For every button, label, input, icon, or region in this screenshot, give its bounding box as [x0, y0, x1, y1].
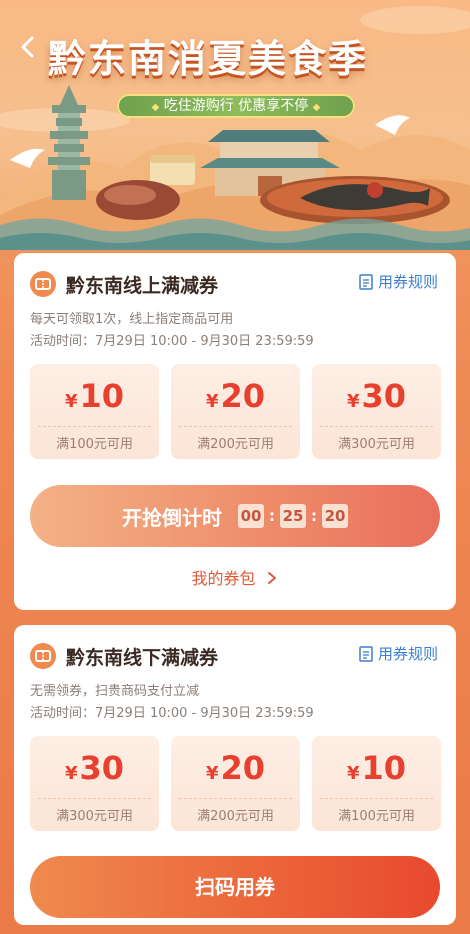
activity-time: 活动时间：7月29日 10:00 - 9月30日 23:59:59: [30, 334, 314, 349]
banner-header: 黔东南消夏美食季 ◆ 吃住游购行 优惠享不停 ◆: [0, 0, 470, 250]
currency-symbol: ¥: [64, 391, 78, 412]
coupon-item[interactable]: ¥20 满200元可用: [171, 736, 300, 831]
back-button[interactable]: [14, 33, 42, 61]
online-coupon-card: 黔东南线上满减券 用券规则 每天可领取1次，线上指定商品可用 活动时间：7月29…: [14, 253, 456, 610]
card-header: 黔东南线下满减券: [30, 641, 218, 671]
coupon-amount: ¥10: [312, 749, 441, 787]
my-wallet-link[interactable]: 我的券包: [14, 565, 456, 589]
activity-time: 活动时间：7月29日 10:00 - 9月30日 23:59:59: [30, 706, 314, 721]
coupon-item[interactable]: ¥20 满200元可用: [171, 364, 300, 459]
currency-symbol: ¥: [205, 391, 219, 412]
countdown-minutes: 25: [280, 504, 306, 528]
currency-symbol: ¥: [346, 763, 360, 784]
colon-separator: :: [311, 507, 317, 525]
rules-label: 用券规则: [377, 645, 438, 663]
currency-symbol: ¥: [64, 763, 78, 784]
countdown-hours: 00: [238, 504, 264, 528]
coupon-amount: ¥10: [30, 377, 159, 415]
page-title: 黔东南消夏美食季: [48, 37, 369, 81]
coupon-item[interactable]: ¥10 满100元可用: [30, 364, 159, 459]
amount-value: 30: [79, 749, 125, 787]
card-header: 黔东南线上满减券: [30, 269, 218, 299]
coupon-condition: 满200元可用: [197, 437, 274, 452]
dot-icon: ◆: [312, 102, 321, 113]
card-title: 黔东南线上满减券: [66, 274, 219, 297]
divider: [179, 798, 292, 799]
coupon-item[interactable]: ¥30 满300元可用: [312, 364, 441, 459]
countdown-timer: 00 : 25 : 20: [238, 504, 348, 528]
coupon-amount: ¥30: [30, 749, 159, 787]
divider: [179, 426, 292, 427]
coupon-list: ¥10 满100元可用 ¥20 满200元可用 ¥30 满300元可用: [30, 364, 441, 459]
coupon-list: ¥30 满300元可用 ¥20 满200元可用 ¥10 满100元可用: [30, 736, 441, 831]
usage-desc: 每天可领取1次，线上指定商品可用: [30, 312, 234, 327]
chevron-left-icon: [21, 36, 34, 58]
amount-value: 10: [361, 749, 407, 787]
grab-label: 开抢倒计时: [122, 505, 222, 530]
colon-separator: :: [269, 507, 275, 525]
coupon-amount: ¥30: [312, 377, 441, 415]
subtitle-text: 吃住游购行 优惠享不停: [163, 98, 309, 114]
amount-value: 20: [220, 377, 266, 415]
coupon-amount: ¥20: [171, 377, 300, 415]
coupon-condition: 满200元可用: [197, 809, 274, 824]
scan-to-use-button[interactable]: 扫码用券: [30, 856, 440, 918]
rules-link[interactable]: 用券规则: [359, 271, 438, 292]
coupon-item[interactable]: ¥10 满100元可用: [312, 736, 441, 831]
offline-coupon-card: 黔东南线下满减券 用券规则 无需领券，扫贵商码支付立减 活动时间：7月29日 1…: [14, 625, 456, 925]
coupon-condition: 满100元可用: [56, 437, 133, 452]
coupon-item[interactable]: ¥30 满300元可用: [30, 736, 159, 831]
document-icon: [359, 273, 373, 290]
amount-value: 30: [361, 377, 407, 415]
rules-label: 用券规则: [377, 273, 438, 291]
wallet-label: 我的券包: [191, 569, 256, 588]
divider: [320, 798, 433, 799]
dot-icon: ◆: [151, 102, 160, 113]
currency-symbol: ¥: [205, 763, 219, 784]
chevron-right-icon: [267, 572, 276, 584]
coupon-amount: ¥20: [171, 749, 300, 787]
coupon-condition: 满300元可用: [338, 437, 415, 452]
amount-value: 10: [79, 377, 125, 415]
amount-value: 20: [220, 749, 266, 787]
coupon-condition: 满100元可用: [338, 809, 415, 824]
grab-countdown-button[interactable]: 开抢倒计时 00 : 25 : 20: [30, 485, 440, 547]
divider: [38, 798, 151, 799]
divider: [38, 426, 151, 427]
rules-link[interactable]: 用券规则: [359, 643, 438, 664]
ticket-icon: [30, 643, 56, 669]
countdown-seconds: 20: [322, 504, 348, 528]
banner-subtitle: ◆ 吃住游购行 优惠享不停 ◆: [117, 94, 355, 118]
usage-desc: 无需领券，扫贵商码支付立减: [30, 684, 200, 699]
currency-symbol: ¥: [346, 391, 360, 412]
card-title: 黔东南线下满减券: [66, 646, 219, 669]
document-icon: [359, 645, 373, 662]
coupon-condition: 满300元可用: [56, 809, 133, 824]
ticket-icon: [30, 271, 56, 297]
divider: [320, 426, 433, 427]
